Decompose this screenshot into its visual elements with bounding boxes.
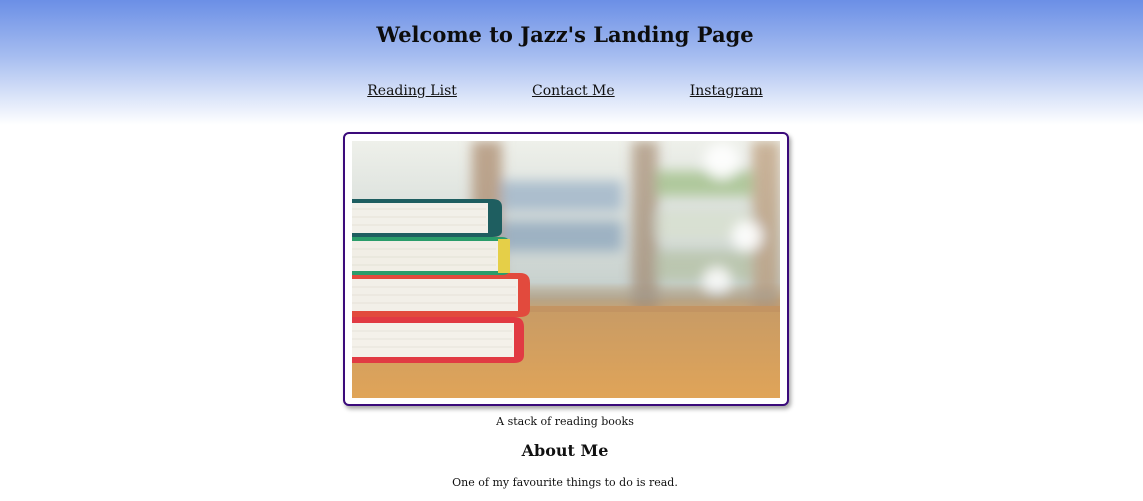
main-nav: Reading List Contact Me Instagram — [0, 80, 1130, 99]
nav-link-instagram[interactable]: Instagram — [690, 83, 763, 99]
page-header: Welcome to Jazz's Landing Page Reading L… — [0, 0, 1143, 125]
image-caption: A stack of reading books — [496, 415, 634, 428]
books-stack-photo — [352, 141, 780, 398]
nav-link-contact-me[interactable]: Contact Me — [532, 83, 615, 99]
page-title: Welcome to Jazz's Landing Page — [376, 22, 754, 47]
about-heading: About Me — [521, 441, 609, 460]
about-text: One of my favourite things to do is read… — [452, 476, 678, 489]
nav-link-reading-list[interactable]: Reading List — [367, 83, 457, 99]
hero-image-frame — [343, 132, 789, 406]
